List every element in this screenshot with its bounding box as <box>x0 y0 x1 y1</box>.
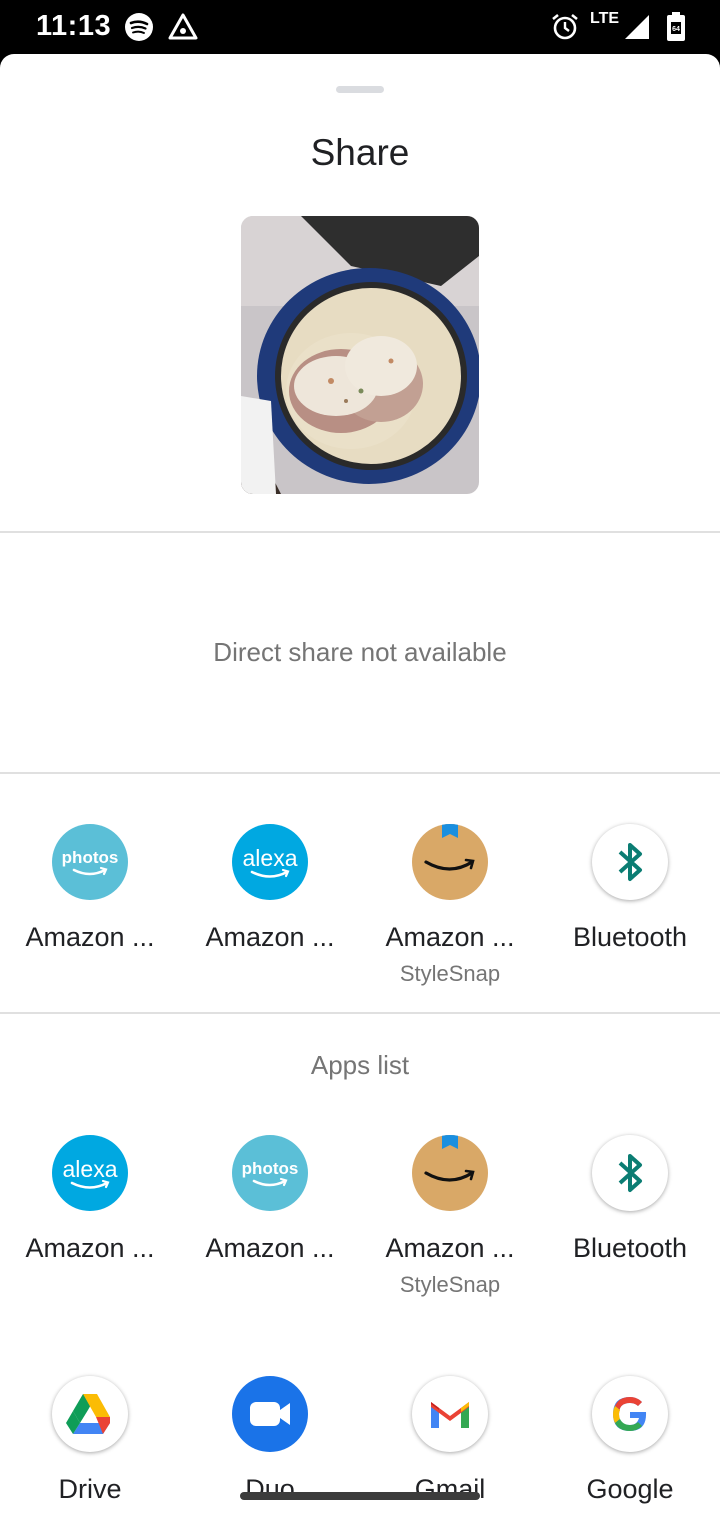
svg-text:photos: photos <box>62 848 119 867</box>
share-target-amazon-alexa[interactable]: alexa Amazon ... <box>0 1135 180 1264</box>
app-label: Duo <box>245 1474 295 1504</box>
svg-text:alexa: alexa <box>63 1156 118 1182</box>
app-label: Amazon ... <box>25 1233 155 1263</box>
svg-text:64: 64 <box>672 26 680 33</box>
divider <box>0 1012 720 1014</box>
bluetooth-icon <box>592 1135 668 1211</box>
spotify-icon <box>125 13 153 41</box>
app-label: Gmail <box>414 1474 486 1504</box>
bluetooth-icon <box>592 824 668 900</box>
sheet-title: Share <box>310 132 410 173</box>
apps-list-header: Apps list <box>310 1050 410 1080</box>
share-target-bluetooth[interactable]: Bluetooth <box>540 1135 720 1264</box>
alexa-icon: alexa <box>52 1135 128 1211</box>
share-target-amazon-photos[interactable]: photos Amazon ... <box>0 824 180 953</box>
svg-text:alexa: alexa <box>243 845 298 871</box>
share-target-drive[interactable]: Drive <box>0 1376 180 1505</box>
svg-text:photos: photos <box>242 1159 299 1178</box>
app-label: Amazon ... <box>25 922 155 952</box>
network-type: LTE <box>590 10 620 27</box>
google-duo-icon <box>232 1376 308 1452</box>
share-target-bluetooth[interactable]: Bluetooth <box>540 824 720 953</box>
divider <box>0 772 720 774</box>
gesture-nav-bar[interactable] <box>240 1492 480 1500</box>
gmail-icon <box>412 1376 488 1452</box>
alert-triangle-icon <box>168 13 198 40</box>
app-label: Drive <box>58 1474 122 1504</box>
direct-share-message: Direct share not available <box>213 637 507 667</box>
share-target-amazon-photos[interactable]: photos Amazon ... <box>180 1135 360 1264</box>
app-sublabel: StyleSnap <box>399 1272 501 1297</box>
alexa-icon: alexa <box>232 824 308 900</box>
app-label: Google <box>586 1474 674 1504</box>
amazon-shopping-icon <box>412 1135 488 1211</box>
signal-icon <box>625 15 649 39</box>
google-drive-icon <box>52 1376 128 1452</box>
status-bar: 11:13 LTE 64 <box>0 0 720 54</box>
amazon-photos-icon: photos <box>52 824 128 900</box>
app-label: Bluetooth <box>572 922 688 952</box>
share-target-gmail[interactable]: Gmail <box>360 1376 540 1505</box>
google-icon <box>592 1376 668 1452</box>
share-target-google[interactable]: Google <box>540 1376 720 1505</box>
amazon-photos-icon: photos <box>232 1135 308 1211</box>
drag-handle[interactable] <box>336 86 384 93</box>
status-time: 11:13 <box>36 10 112 42</box>
app-label: Bluetooth <box>572 1233 688 1263</box>
divider <box>0 531 720 533</box>
app-label: Amazon ... <box>385 1233 515 1263</box>
share-target-duo[interactable]: Duo <box>180 1376 360 1505</box>
amazon-shopping-icon <box>412 824 488 900</box>
alarm-icon <box>552 13 578 40</box>
app-label: Amazon ... <box>205 1233 335 1263</box>
battery-icon: 64 <box>667 12 685 41</box>
share-target-amazon-alexa[interactable]: alexa Amazon ... <box>180 824 360 953</box>
shared-image-preview <box>241 216 479 494</box>
share-target-amazon-stylesnap[interactable]: Amazon ... StyleSnap <box>360 824 540 987</box>
share-target-amazon-stylesnap[interactable]: Amazon ... StyleSnap <box>360 1135 540 1298</box>
share-sheet: Share Direct share not available photos … <box>0 54 720 1520</box>
app-sublabel: StyleSnap <box>399 961 501 986</box>
app-label: Amazon ... <box>385 922 515 952</box>
app-label: Amazon ... <box>205 922 335 952</box>
